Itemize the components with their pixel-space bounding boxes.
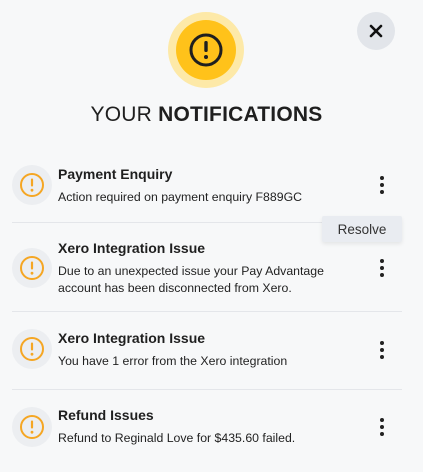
more-options-icon[interactable] bbox=[374, 339, 390, 361]
resolve-menu-item[interactable]: Resolve bbox=[322, 216, 402, 242]
notification-item[interactable]: Refund Issues Refund to Reginald Love fo… bbox=[12, 390, 402, 464]
more-options-icon[interactable] bbox=[374, 174, 390, 196]
notifications-list: Payment Enquiry Action required on payme… bbox=[12, 150, 402, 464]
notification-item[interactable]: Payment Enquiry Action required on payme… bbox=[12, 150, 402, 223]
notification-title: Refund Issues bbox=[58, 407, 154, 423]
page-title-normal: YOUR bbox=[90, 103, 153, 126]
notification-item[interactable]: Xero Integration Issue You have 1 error … bbox=[12, 312, 402, 390]
more-options-icon[interactable] bbox=[374, 416, 390, 438]
notifications-header-icon bbox=[168, 12, 244, 88]
exclamation-circle-icon bbox=[176, 20, 236, 80]
notification-title: Xero Integration Issue bbox=[58, 330, 206, 346]
notification-title: Xero Integration Issue bbox=[58, 240, 206, 256]
notification-body: Due to an unexpected issue your Pay Adva… bbox=[58, 264, 324, 295]
notification-body: Refund to Reginald Love for $435.60 fail… bbox=[58, 431, 296, 445]
exclamation-circle-icon bbox=[12, 165, 52, 205]
notification-body: You have 1 error from the Xero integrati… bbox=[58, 354, 288, 368]
close-button[interactable] bbox=[357, 12, 395, 50]
exclamation-circle-icon bbox=[12, 407, 52, 447]
notification-title: Payment Enquiry bbox=[58, 166, 173, 182]
page-title: YOUR NOTIFICATIONS bbox=[0, 103, 413, 127]
close-icon bbox=[369, 24, 383, 38]
more-options-icon[interactable] bbox=[374, 257, 390, 279]
notification-body: Action required on payment enquiry F889G… bbox=[58, 190, 303, 204]
exclamation-circle-icon bbox=[12, 329, 52, 369]
exclamation-circle-icon bbox=[12, 248, 52, 288]
page-title-bold: NOTIFICATIONS bbox=[158, 103, 323, 126]
